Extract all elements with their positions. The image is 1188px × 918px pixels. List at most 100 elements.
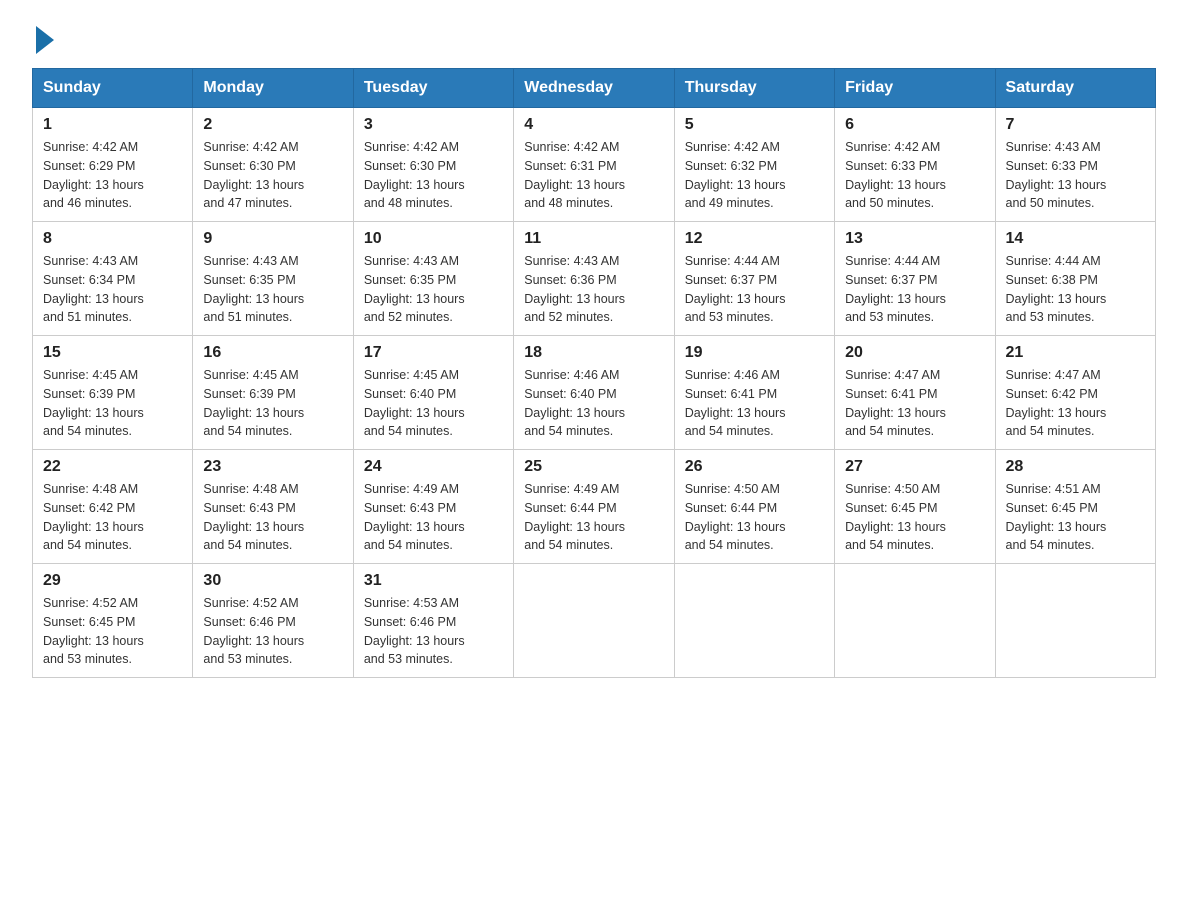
calendar-header-row: SundayMondayTuesdayWednesdayThursdayFrid… <box>33 69 1156 108</box>
logo <box>32 24 54 50</box>
calendar-cell: 18 Sunrise: 4:46 AM Sunset: 6:40 PM Dayl… <box>514 336 674 450</box>
day-info: Sunrise: 4:51 AM Sunset: 6:45 PM Dayligh… <box>1006 480 1145 555</box>
day-info: Sunrise: 4:48 AM Sunset: 6:43 PM Dayligh… <box>203 480 342 555</box>
day-info: Sunrise: 4:47 AM Sunset: 6:42 PM Dayligh… <box>1006 366 1145 441</box>
calendar-cell: 10 Sunrise: 4:43 AM Sunset: 6:35 PM Dayl… <box>353 222 513 336</box>
day-info: Sunrise: 4:43 AM Sunset: 6:35 PM Dayligh… <box>364 252 503 327</box>
calendar-header-sunday: Sunday <box>33 69 193 108</box>
calendar-cell: 1 Sunrise: 4:42 AM Sunset: 6:29 PM Dayli… <box>33 108 193 222</box>
day-info: Sunrise: 4:44 AM Sunset: 6:37 PM Dayligh… <box>685 252 824 327</box>
day-number: 5 <box>685 116 824 134</box>
calendar-week-row: 8 Sunrise: 4:43 AM Sunset: 6:34 PM Dayli… <box>33 222 1156 336</box>
day-info: Sunrise: 4:50 AM Sunset: 6:44 PM Dayligh… <box>685 480 824 555</box>
day-info: Sunrise: 4:45 AM Sunset: 6:39 PM Dayligh… <box>43 366 182 441</box>
calendar-cell: 28 Sunrise: 4:51 AM Sunset: 6:45 PM Dayl… <box>995 450 1155 564</box>
calendar-cell: 3 Sunrise: 4:42 AM Sunset: 6:30 PM Dayli… <box>353 108 513 222</box>
calendar-cell: 8 Sunrise: 4:43 AM Sunset: 6:34 PM Dayli… <box>33 222 193 336</box>
calendar-cell <box>835 564 995 678</box>
calendar-cell: 21 Sunrise: 4:47 AM Sunset: 6:42 PM Dayl… <box>995 336 1155 450</box>
day-info: Sunrise: 4:53 AM Sunset: 6:46 PM Dayligh… <box>364 594 503 669</box>
calendar-cell: 22 Sunrise: 4:48 AM Sunset: 6:42 PM Dayl… <box>33 450 193 564</box>
calendar-cell: 12 Sunrise: 4:44 AM Sunset: 6:37 PM Dayl… <box>674 222 834 336</box>
calendar-cell: 11 Sunrise: 4:43 AM Sunset: 6:36 PM Dayl… <box>514 222 674 336</box>
day-number: 10 <box>364 230 503 248</box>
day-number: 21 <box>1006 344 1145 362</box>
day-number: 28 <box>1006 458 1145 476</box>
day-info: Sunrise: 4:49 AM Sunset: 6:43 PM Dayligh… <box>364 480 503 555</box>
day-number: 14 <box>1006 230 1145 248</box>
calendar-cell: 26 Sunrise: 4:50 AM Sunset: 6:44 PM Dayl… <box>674 450 834 564</box>
day-number: 12 <box>685 230 824 248</box>
day-number: 27 <box>845 458 984 476</box>
day-number: 16 <box>203 344 342 362</box>
calendar-cell: 13 Sunrise: 4:44 AM Sunset: 6:37 PM Dayl… <box>835 222 995 336</box>
day-number: 6 <box>845 116 984 134</box>
day-info: Sunrise: 4:42 AM Sunset: 6:32 PM Dayligh… <box>685 138 824 213</box>
day-info: Sunrise: 4:42 AM Sunset: 6:30 PM Dayligh… <box>203 138 342 213</box>
day-number: 26 <box>685 458 824 476</box>
day-number: 17 <box>364 344 503 362</box>
day-info: Sunrise: 4:52 AM Sunset: 6:45 PM Dayligh… <box>43 594 182 669</box>
day-info: Sunrise: 4:49 AM Sunset: 6:44 PM Dayligh… <box>524 480 663 555</box>
calendar-cell: 14 Sunrise: 4:44 AM Sunset: 6:38 PM Dayl… <box>995 222 1155 336</box>
day-info: Sunrise: 4:47 AM Sunset: 6:41 PM Dayligh… <box>845 366 984 441</box>
calendar-cell: 4 Sunrise: 4:42 AM Sunset: 6:31 PM Dayli… <box>514 108 674 222</box>
day-info: Sunrise: 4:42 AM Sunset: 6:33 PM Dayligh… <box>845 138 984 213</box>
calendar-week-row: 1 Sunrise: 4:42 AM Sunset: 6:29 PM Dayli… <box>33 108 1156 222</box>
calendar-cell: 6 Sunrise: 4:42 AM Sunset: 6:33 PM Dayli… <box>835 108 995 222</box>
day-number: 30 <box>203 572 342 590</box>
day-info: Sunrise: 4:46 AM Sunset: 6:41 PM Dayligh… <box>685 366 824 441</box>
calendar-header-friday: Friday <box>835 69 995 108</box>
calendar-cell: 25 Sunrise: 4:49 AM Sunset: 6:44 PM Dayl… <box>514 450 674 564</box>
day-number: 22 <box>43 458 182 476</box>
day-number: 7 <box>1006 116 1145 134</box>
day-info: Sunrise: 4:44 AM Sunset: 6:38 PM Dayligh… <box>1006 252 1145 327</box>
day-number: 1 <box>43 116 182 134</box>
day-number: 13 <box>845 230 984 248</box>
calendar-header-monday: Monday <box>193 69 353 108</box>
day-info: Sunrise: 4:42 AM Sunset: 6:29 PM Dayligh… <box>43 138 182 213</box>
calendar-cell <box>995 564 1155 678</box>
day-number: 20 <box>845 344 984 362</box>
calendar-table: SundayMondayTuesdayWednesdayThursdayFrid… <box>32 68 1156 678</box>
day-info: Sunrise: 4:43 AM Sunset: 6:36 PM Dayligh… <box>524 252 663 327</box>
day-number: 19 <box>685 344 824 362</box>
calendar-cell <box>674 564 834 678</box>
day-info: Sunrise: 4:45 AM Sunset: 6:39 PM Dayligh… <box>203 366 342 441</box>
day-number: 31 <box>364 572 503 590</box>
calendar-cell: 20 Sunrise: 4:47 AM Sunset: 6:41 PM Dayl… <box>835 336 995 450</box>
calendar-cell: 7 Sunrise: 4:43 AM Sunset: 6:33 PM Dayli… <box>995 108 1155 222</box>
calendar-week-row: 29 Sunrise: 4:52 AM Sunset: 6:45 PM Dayl… <box>33 564 1156 678</box>
calendar-cell: 15 Sunrise: 4:45 AM Sunset: 6:39 PM Dayl… <box>33 336 193 450</box>
calendar-cell: 9 Sunrise: 4:43 AM Sunset: 6:35 PM Dayli… <box>193 222 353 336</box>
day-number: 25 <box>524 458 663 476</box>
day-number: 24 <box>364 458 503 476</box>
calendar-cell: 23 Sunrise: 4:48 AM Sunset: 6:43 PM Dayl… <box>193 450 353 564</box>
day-info: Sunrise: 4:43 AM Sunset: 6:33 PM Dayligh… <box>1006 138 1145 213</box>
day-info: Sunrise: 4:43 AM Sunset: 6:34 PM Dayligh… <box>43 252 182 327</box>
day-info: Sunrise: 4:52 AM Sunset: 6:46 PM Dayligh… <box>203 594 342 669</box>
day-number: 29 <box>43 572 182 590</box>
day-info: Sunrise: 4:46 AM Sunset: 6:40 PM Dayligh… <box>524 366 663 441</box>
calendar-cell: 31 Sunrise: 4:53 AM Sunset: 6:46 PM Dayl… <box>353 564 513 678</box>
day-info: Sunrise: 4:48 AM Sunset: 6:42 PM Dayligh… <box>43 480 182 555</box>
calendar-cell: 5 Sunrise: 4:42 AM Sunset: 6:32 PM Dayli… <box>674 108 834 222</box>
day-info: Sunrise: 4:45 AM Sunset: 6:40 PM Dayligh… <box>364 366 503 441</box>
calendar-header-thursday: Thursday <box>674 69 834 108</box>
day-number: 15 <box>43 344 182 362</box>
day-number: 11 <box>524 230 663 248</box>
day-info: Sunrise: 4:50 AM Sunset: 6:45 PM Dayligh… <box>845 480 984 555</box>
calendar-header-wednesday: Wednesday <box>514 69 674 108</box>
day-info: Sunrise: 4:42 AM Sunset: 6:30 PM Dayligh… <box>364 138 503 213</box>
day-number: 23 <box>203 458 342 476</box>
calendar-header-saturday: Saturday <box>995 69 1155 108</box>
day-number: 3 <box>364 116 503 134</box>
calendar-cell: 17 Sunrise: 4:45 AM Sunset: 6:40 PM Dayl… <box>353 336 513 450</box>
day-number: 8 <box>43 230 182 248</box>
day-info: Sunrise: 4:42 AM Sunset: 6:31 PM Dayligh… <box>524 138 663 213</box>
day-info: Sunrise: 4:44 AM Sunset: 6:37 PM Dayligh… <box>845 252 984 327</box>
calendar-week-row: 15 Sunrise: 4:45 AM Sunset: 6:39 PM Dayl… <box>33 336 1156 450</box>
page-header <box>32 24 1156 50</box>
logo-arrow-icon <box>36 26 54 54</box>
calendar-cell: 24 Sunrise: 4:49 AM Sunset: 6:43 PM Dayl… <box>353 450 513 564</box>
